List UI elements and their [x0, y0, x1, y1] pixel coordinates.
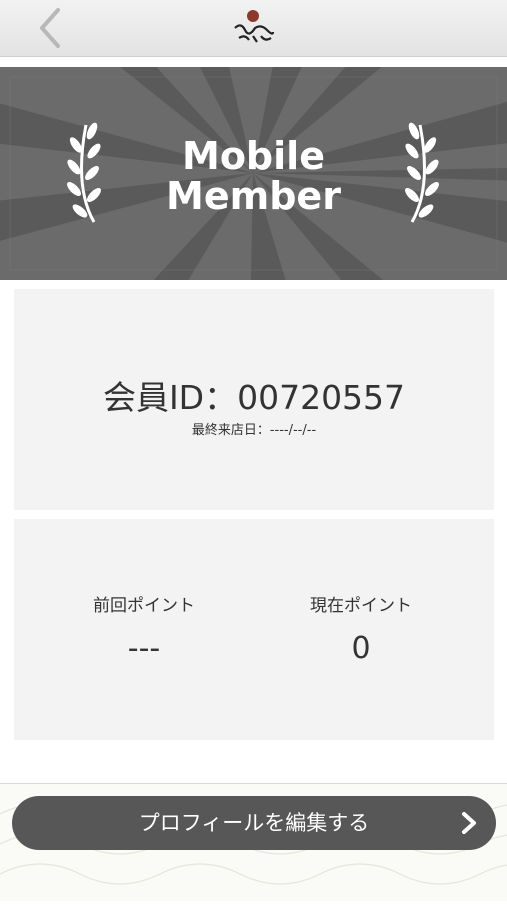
chevron-left-icon [40, 8, 60, 48]
current-points-label: 現在ポイント [310, 596, 412, 616]
last-visit-date: 最終来店日：----/--/-- [191, 423, 317, 438]
previous-points-label: 前回ポイント [93, 596, 195, 616]
points-card: 前回ポイント --- 現在ポイント 0 [14, 519, 494, 740]
edit-profile-button[interactable]: プロフィールを編集する [12, 796, 496, 850]
previous-points-value: --- [127, 631, 161, 666]
banner-title-line1: Mobile [182, 134, 325, 178]
chevron-right-icon [462, 812, 476, 834]
member-id: 会員ID：00720557 [102, 378, 406, 417]
app-header [0, 0, 507, 57]
member-id-card: 会員ID：00720557 最終来店日：----/--/-- [14, 289, 494, 510]
member-banner: Mobile Member [0, 67, 507, 280]
banner-title-line2: Member [166, 174, 341, 218]
back-button[interactable] [30, 6, 74, 50]
laurel-left-icon [67, 122, 101, 223]
edit-profile-label: プロフィールを編集する [138, 811, 370, 835]
brand-logo [229, 8, 277, 48]
current-points-value: 0 [351, 631, 371, 666]
laurel-right-icon [405, 122, 439, 223]
